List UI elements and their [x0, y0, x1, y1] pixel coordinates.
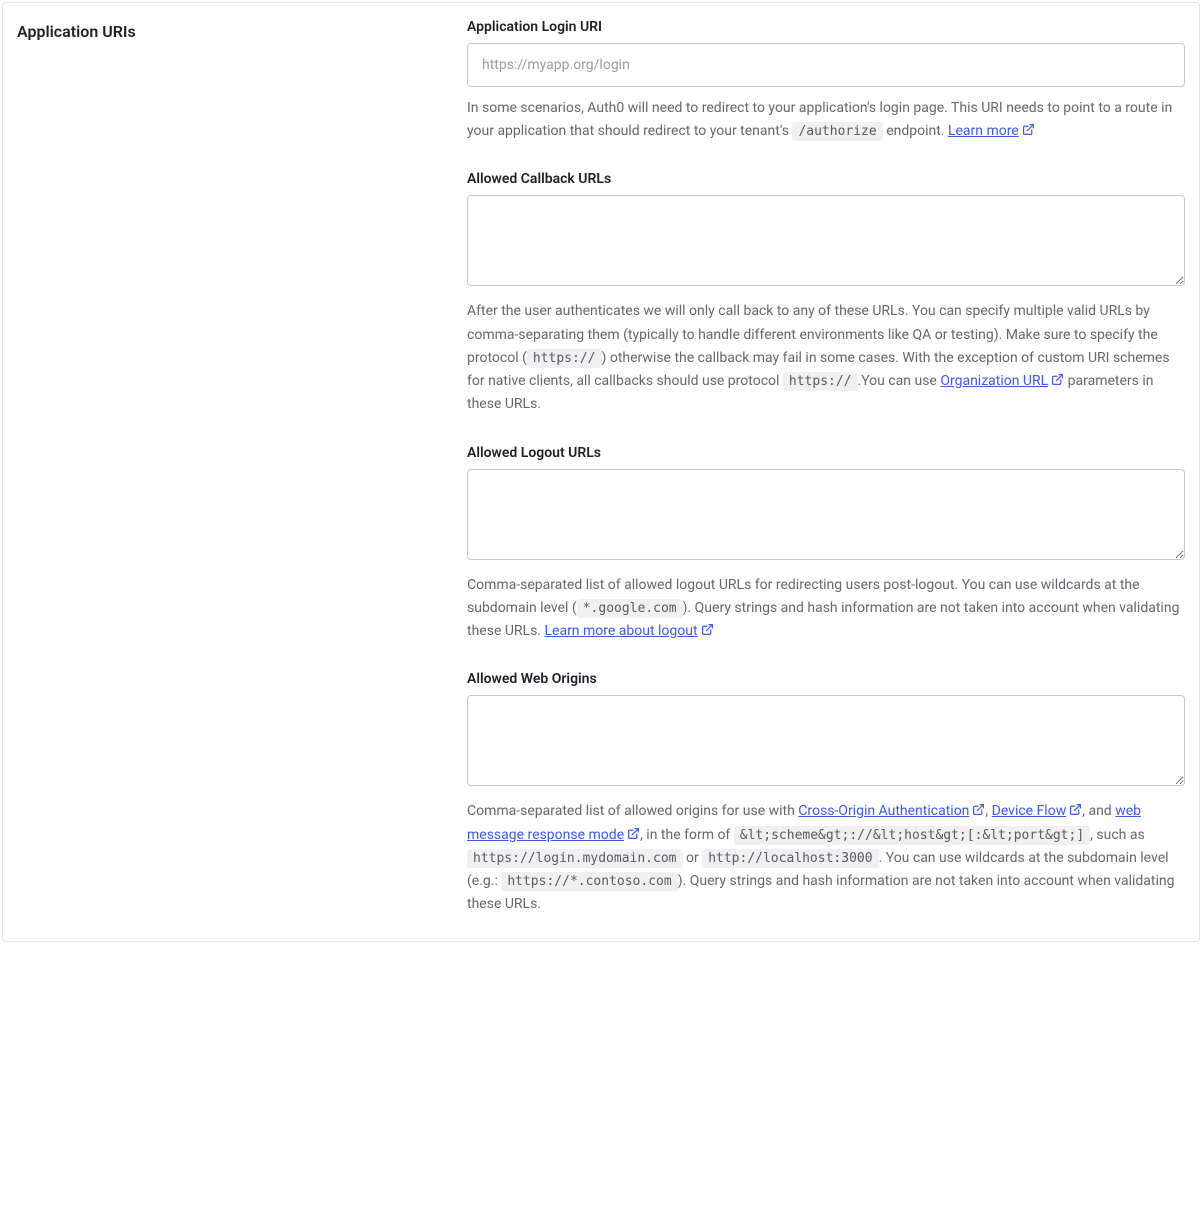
external-link-icon — [1022, 123, 1035, 136]
login-uri-label: Application Login URI — [467, 19, 1185, 35]
external-link-icon — [1051, 373, 1064, 386]
login-uri-learn-more-text: Learn more — [948, 123, 1019, 139]
web-origins-code-scheme: &lt;scheme&gt;://&lt;host&gt;[:&lt;port&… — [734, 826, 1090, 845]
logout-urls-input[interactable] — [467, 469, 1185, 560]
callback-code-https-1: https:// — [527, 349, 602, 368]
logout-learn-more-link[interactable]: Learn more about logout — [544, 623, 713, 639]
login-uri-input[interactable] — [467, 43, 1185, 87]
web-origins-code-localhost: http://localhost:3000 — [702, 849, 878, 868]
logout-urls-help: Comma-separated list of allowed logout U… — [467, 574, 1185, 644]
login-uri-help-text-2: endpoint. — [883, 123, 948, 139]
field-logout-urls: Allowed Logout URLs Comma-separated list… — [467, 445, 1185, 644]
callback-urls-input[interactable] — [467, 195, 1185, 286]
callback-help-text-3: .You can use — [858, 373, 941, 389]
web-origins-label: Allowed Web Origins — [467, 671, 1185, 687]
web-origins-help-text-5: , such as — [1090, 827, 1145, 843]
web-origins-help-text-1: Comma-separated list of allowed origins … — [467, 803, 798, 819]
callback-urls-label: Allowed Callback URLs — [467, 171, 1185, 187]
login-uri-learn-more-link[interactable]: Learn more — [948, 123, 1035, 139]
login-uri-code-authorize: /authorize — [792, 122, 882, 141]
logout-learn-more-text: Learn more about logout — [544, 623, 697, 639]
web-origins-code-login: https://login.mydomain.com — [467, 849, 683, 868]
web-origins-input[interactable] — [467, 695, 1185, 786]
callback-urls-help: After the user authenticates we will onl… — [467, 300, 1185, 416]
panel-right: Application Login URI In some scenarios,… — [467, 19, 1185, 917]
field-web-origins: Allowed Web Origins Comma-separated list… — [467, 671, 1185, 916]
device-flow-link-text: Device Flow — [992, 803, 1067, 819]
organization-url-link-text: Organization URL — [940, 373, 1048, 389]
field-login-uri: Application Login URI In some scenarios,… — [467, 19, 1185, 143]
web-origins-code-contoso: https://*.contoso.com — [501, 872, 677, 891]
external-link-icon — [627, 827, 640, 840]
panel-left: Application URIs — [17, 19, 427, 917]
device-flow-link[interactable]: Device Flow — [992, 803, 1083, 819]
logout-urls-label: Allowed Logout URLs — [467, 445, 1185, 461]
web-origins-help: Comma-separated list of allowed origins … — [467, 800, 1185, 916]
cross-origin-auth-link[interactable]: Cross-Origin Authentication — [798, 803, 985, 819]
web-origins-help-text-6: or — [683, 850, 703, 866]
web-origins-help-text-3: , and — [1082, 803, 1115, 819]
cross-origin-auth-link-text: Cross-Origin Authentication — [798, 803, 969, 819]
section-heading: Application URIs — [17, 22, 427, 41]
external-link-icon — [972, 803, 985, 816]
external-link-icon — [1069, 803, 1082, 816]
web-origins-help-text-4: , in the form of — [640, 827, 734, 843]
application-uris-panel: Application URIs Application Login URI I… — [2, 2, 1200, 942]
logout-code-wildcard: *.google.com — [577, 599, 683, 618]
callback-code-https-2: https:// — [783, 372, 858, 391]
field-callback-urls: Allowed Callback URLs After the user aut… — [467, 171, 1185, 416]
external-link-icon — [701, 623, 714, 636]
login-uri-help: In some scenarios, Auth0 will need to re… — [467, 97, 1185, 143]
organization-url-link[interactable]: Organization URL — [940, 373, 1064, 389]
